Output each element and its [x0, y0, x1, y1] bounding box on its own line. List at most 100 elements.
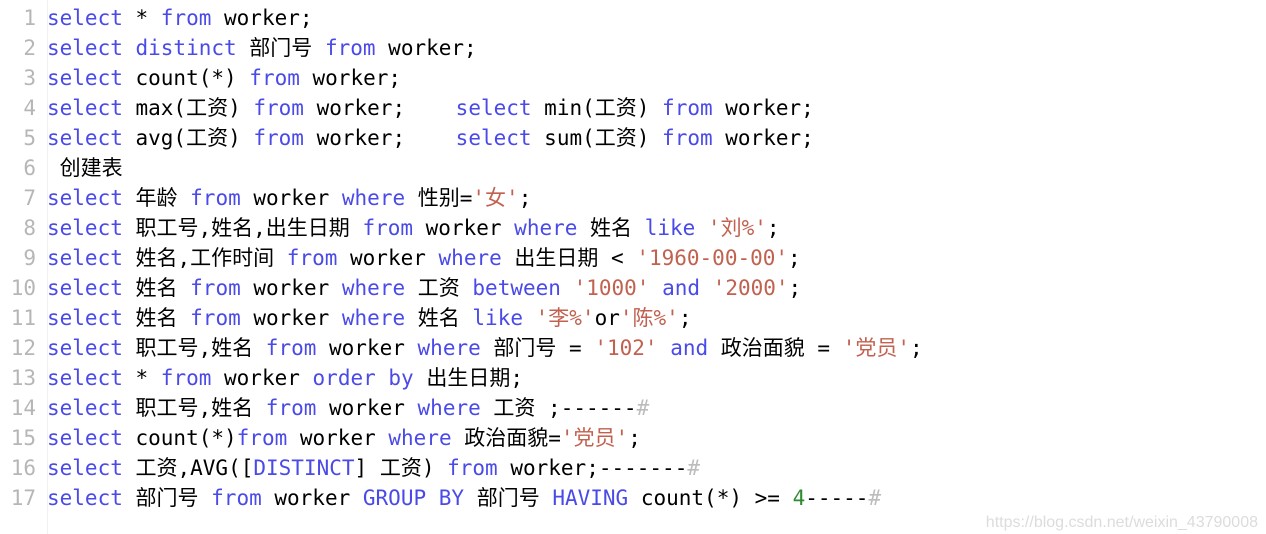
code-token: select: [47, 486, 123, 510]
code-token: worker;-------: [497, 456, 688, 480]
code-token: 职工号,姓名: [122, 396, 266, 420]
code-token: from: [236, 426, 288, 450]
code-line-content[interactable]: 创建表: [47, 153, 123, 183]
code-line[interactable]: 10 select 姓名 from worker where 工资 between…: [0, 273, 1266, 303]
code-line-content[interactable]: select * from worker order by 出生日期;: [47, 363, 523, 393]
code-token: *: [122, 6, 161, 30]
code-line[interactable]: 12 select 职工号,姓名 from worker where 部门号 = …: [0, 333, 1266, 363]
code-token: from: [362, 216, 414, 240]
code-line[interactable]: 14 select 职工号,姓名 from worker where 工资 ;--…: [0, 393, 1266, 423]
code-token: like: [644, 216, 696, 240]
code-line-list: 1 select * from worker; 2 select distinct 部…: [0, 0, 1266, 513]
code-line-content[interactable]: select 工资,AVG([DISTINCT] 工资) from worker…: [47, 453, 700, 483]
code-token: 出生日期;: [413, 366, 523, 390]
code-line[interactable]: 7 select 年龄 from worker where 性别='女';: [0, 183, 1266, 213]
code-line-content[interactable]: select 职工号,姓名,出生日期 from worker where 姓名 …: [47, 213, 780, 243]
code-token: select: [47, 216, 123, 240]
code-line-content[interactable]: select 姓名 from worker where 工资 between '…: [47, 273, 801, 303]
code-token: 性别=: [405, 186, 473, 210]
code-line[interactable]: 13 select * from worker order by 出生日期;: [0, 363, 1266, 393]
code-line[interactable]: 15 select count(*)from worker where 政治面貌=…: [0, 423, 1266, 453]
code-token: worker: [316, 396, 418, 420]
code-token: select: [47, 6, 123, 30]
code-token: avg(工资): [122, 126, 254, 150]
code-token: count(*): [122, 426, 237, 450]
code-line[interactable]: 2 select distinct 部门号 from worker;: [0, 33, 1266, 63]
code-token: from: [253, 126, 304, 150]
code-token: 部门号 =: [480, 336, 595, 360]
code-line-content[interactable]: select count(*) from worker;: [47, 63, 401, 93]
code-token: select: [47, 186, 123, 210]
code-token: DISTINCT: [253, 456, 355, 480]
code-line-content[interactable]: select 部门号 from worker GROUP BY 部门号 HAVI…: [47, 483, 881, 513]
code-token: 工资: [405, 276, 473, 300]
code-token: select distinct: [47, 36, 237, 60]
code-line[interactable]: 9 select 姓名,工作时间 from worker where 出生日期 <…: [0, 243, 1266, 273]
code-line[interactable]: 3 select count(*) from worker;: [0, 63, 1266, 93]
code-line-content[interactable]: select distinct 部门号 from worker;: [47, 33, 477, 63]
code-token: worker;: [375, 36, 477, 60]
code-line[interactable]: 17 select 部门号 from worker GROUP BY 部门号 HA…: [0, 483, 1266, 513]
code-token: worker: [211, 366, 313, 390]
code-line-content[interactable]: select 姓名,工作时间 from worker where 出生日期 < …: [47, 243, 801, 273]
code-line-content[interactable]: select max(工资) from worker; select min(工…: [47, 93, 814, 123]
code-line[interactable]: 16 select 工资,AVG([DISTINCT] 工资) from work…: [0, 453, 1266, 483]
code-token: select: [47, 366, 123, 390]
code-line-content[interactable]: select 职工号,姓名 from worker where 工资 ;----…: [47, 393, 649, 423]
code-line-content[interactable]: select 年龄 from worker where 性别='女';: [47, 183, 531, 213]
code-line-content[interactable]: select 姓名 from worker where 姓名 like '李%'…: [47, 303, 691, 333]
code-token: select: [47, 336, 123, 360]
line-number: 3: [23, 66, 36, 90]
code-line-content[interactable]: select * from worker;: [47, 3, 313, 33]
code-token: count(*): [122, 66, 250, 90]
line-number: 13: [10, 366, 36, 390]
code-token: worker;: [211, 6, 313, 30]
code-token: select: [47, 66, 123, 90]
code-token: from: [265, 336, 317, 360]
code-token: '刘%': [707, 216, 767, 240]
code-token: 姓名: [577, 216, 645, 240]
code-token: worker: [413, 216, 515, 240]
sql-code-editor[interactable]: 1 select * from worker; 2 select distinct 部…: [0, 0, 1266, 534]
code-line[interactable]: 6 创建表: [0, 153, 1266, 183]
code-token: 姓名: [405, 306, 473, 330]
code-line-content[interactable]: select count(*)from worker where 政治面貌='党…: [47, 423, 641, 453]
code-token: worker: [316, 336, 418, 360]
code-token: 部门号: [236, 36, 325, 60]
code-token: 4: [792, 486, 806, 510]
code-token: select: [47, 276, 123, 300]
code-token: where: [341, 306, 406, 330]
code-token: '陈%': [619, 306, 679, 330]
line-number: 15: [10, 426, 36, 450]
line-number: 2: [23, 36, 36, 60]
code-line[interactable]: 1 select * from worker;: [0, 3, 1266, 33]
code-line[interactable]: 8 select 职工号,姓名,出生日期 from worker where 姓名…: [0, 213, 1266, 243]
code-line[interactable]: 11 select 姓名 from worker where 姓名 like '李…: [0, 303, 1266, 333]
code-token: #: [687, 456, 700, 480]
code-token: select: [47, 426, 123, 450]
code-token: or: [594, 306, 620, 330]
code-line[interactable]: 4 select max(工资) from worker; select min(…: [0, 93, 1266, 123]
code-token: select: [47, 246, 123, 270]
code-token: select: [455, 126, 532, 150]
code-line[interactable]: 5 select avg(工资) from worker; select sum(…: [0, 123, 1266, 153]
code-token: worker;: [712, 126, 814, 150]
line-number: 12: [10, 336, 36, 360]
code-token: where: [438, 246, 502, 270]
code-line-content[interactable]: select avg(工资) from worker; select sum(工…: [47, 123, 814, 153]
code-token: 姓名,工作时间: [122, 246, 287, 270]
code-token: where: [417, 396, 481, 420]
code-token: where: [388, 426, 452, 450]
code-token: ;: [910, 336, 923, 360]
code-token: '102': [594, 336, 658, 360]
code-token: worker;: [303, 96, 456, 120]
code-token: order by: [312, 366, 414, 390]
line-number: 6: [23, 156, 36, 180]
code-line-content[interactable]: select 职工号,姓名 from worker where 部门号 = '1…: [47, 333, 923, 363]
code-token: from: [286, 246, 338, 270]
line-number: 11: [10, 306, 36, 330]
code-token: ;: [788, 276, 802, 300]
